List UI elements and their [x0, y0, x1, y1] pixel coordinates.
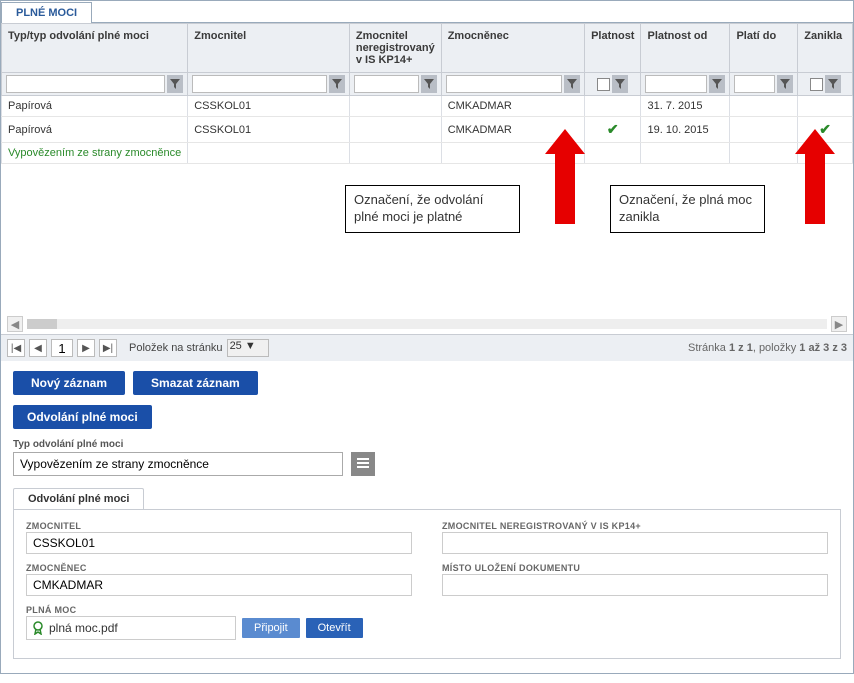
zmocnenec-field[interactable] — [26, 574, 412, 596]
filter-type-btn[interactable] — [167, 75, 183, 93]
filter-platnost-check[interactable] — [597, 78, 610, 91]
misto-label: MÍSTO ULOŽENÍ DOKUMENTU — [442, 563, 580, 573]
file-label: PLNÁ MOC — [26, 605, 76, 615]
zmocnitel-field[interactable] — [26, 532, 412, 554]
pager-items-select[interactable]: 25 ▼ — [227, 339, 269, 357]
delete-record-button[interactable]: Smazat záznam — [133, 371, 258, 395]
check-icon: ✔ — [804, 121, 846, 138]
filter-zmocnenec[interactable] — [446, 75, 562, 93]
pager-prev[interactable]: ◀ — [29, 339, 47, 357]
ribbon-icon — [31, 621, 45, 635]
pager-summary: Stránka 1 z 1, položky 1 až 3 z 3 — [688, 342, 847, 354]
filter-zmocnitel[interactable] — [192, 75, 327, 93]
main-tab[interactable]: PLNÉ MOCI — [1, 2, 92, 23]
new-record-button[interactable]: Nový záznam — [13, 371, 125, 395]
filter-zanikla-btn[interactable] — [825, 75, 841, 93]
col-zanikla[interactable]: Zanikla — [798, 24, 853, 73]
annotation-right: Označení, že plná moc zanikla — [610, 145, 765, 193]
col-platnost-od[interactable]: Platnost od — [641, 24, 730, 73]
annotation-left: Označení, že odvolání plné moci je platn… — [345, 145, 520, 193]
filter-platnost-od-btn[interactable] — [709, 75, 725, 93]
open-button[interactable]: Otevřít — [306, 618, 363, 638]
scroll-thumb[interactable] — [27, 319, 57, 329]
type-input[interactable] — [13, 452, 343, 476]
check-icon: ✔ — [591, 121, 634, 138]
pager-next[interactable]: ▶ — [77, 339, 95, 357]
misto-field[interactable] — [442, 574, 828, 596]
attach-button[interactable]: Připojit — [242, 618, 300, 638]
pager-first[interactable]: |◀ — [7, 339, 25, 357]
filter-platnost-btn[interactable] — [612, 75, 628, 93]
filter-plati-do[interactable] — [734, 75, 775, 93]
filter-zmocnitel-btn[interactable] — [329, 75, 345, 93]
nereg-label: ZMOCNITEL NEREGISTROVANÝ V IS KP14+ — [442, 521, 641, 531]
col-zmocnenec[interactable]: Zmocněnec — [441, 24, 584, 73]
col-type[interactable]: Typ/typ odvolání plné moci — [2, 24, 188, 73]
filter-nereg[interactable] — [354, 75, 419, 93]
filter-platnost-od[interactable] — [645, 75, 707, 93]
filter-zmocnenec-btn[interactable] — [564, 75, 580, 93]
table-row[interactable]: Papírová CSSKOL01 CMKADMAR 31. 7. 2015 — [2, 96, 853, 117]
grid-table: Typ/typ odvolání plné moci Zmocnitel Zmo… — [1, 23, 853, 164]
section-header: Odvolání plné moci — [13, 405, 152, 429]
filter-plati-do-btn[interactable] — [777, 75, 793, 93]
pager-items-label: Položek na stránku — [129, 342, 223, 354]
pager-last[interactable]: ▶| — [99, 339, 117, 357]
table-row[interactable]: Papírová CSSKOL01 CMKADMAR ✔ 19. 10. 201… — [2, 117, 853, 143]
filter-type[interactable] — [6, 75, 165, 93]
scroll-right-icon[interactable]: ▶ — [831, 316, 847, 332]
col-zmocnitel[interactable]: Zmocnitel — [188, 24, 350, 73]
horizontal-scrollbar[interactable]: ◀ ▶ — [1, 314, 853, 334]
pager-page-input[interactable] — [51, 339, 73, 357]
nereg-field[interactable] — [442, 532, 828, 554]
filter-nereg-btn[interactable] — [421, 75, 437, 93]
file-input[interactable]: plná moc.pdf — [26, 616, 236, 640]
type-link[interactable]: Vypovězením ze strany zmocněnce — [8, 147, 181, 159]
col-plati-do[interactable]: Platí do — [730, 24, 798, 73]
scroll-track[interactable] — [27, 319, 827, 329]
col-nereg[interactable]: Zmocnitel neregistrovaný v IS KP14+ — [349, 24, 441, 73]
inner-tab[interactable]: Odvolání plné moci — [13, 488, 144, 509]
filter-zanikla-check[interactable] — [810, 78, 823, 91]
zmocnitel-label: ZMOCNITEL — [26, 521, 81, 531]
file-name: plná moc.pdf — [49, 621, 231, 635]
zmocnenec-label: ZMOCNĚNEC — [26, 563, 87, 573]
col-platnost[interactable]: Platnost — [585, 24, 641, 73]
list-icon — [356, 456, 370, 473]
lookup-button[interactable] — [351, 452, 375, 476]
type-label: Typ odvolání plné moci — [13, 439, 841, 450]
scroll-left-icon[interactable]: ◀ — [7, 316, 23, 332]
